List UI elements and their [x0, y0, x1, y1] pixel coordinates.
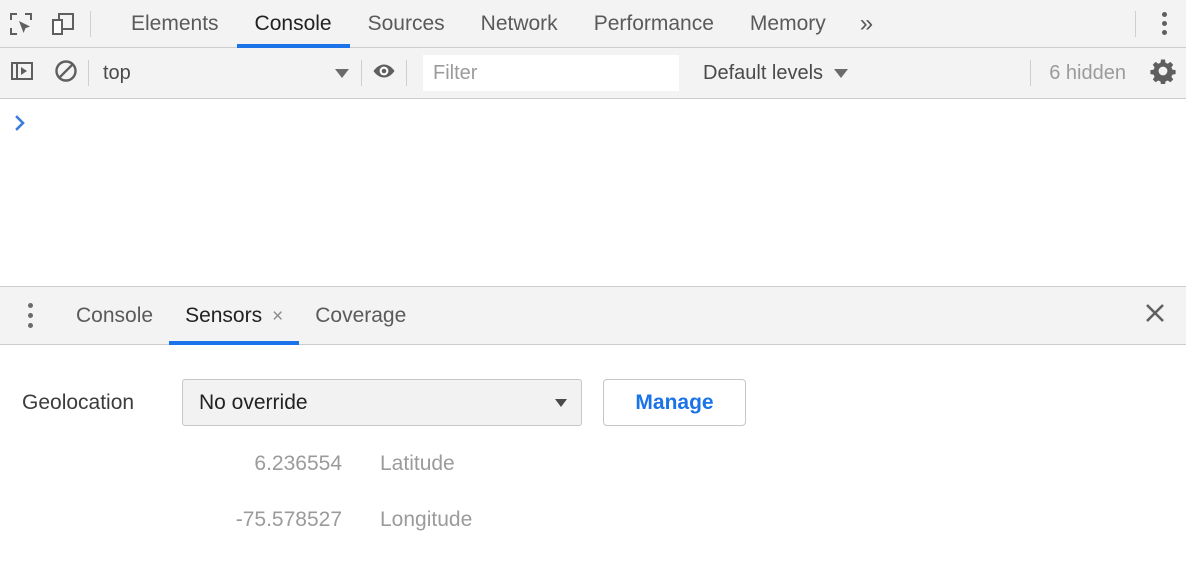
- tab-network-label: Network: [481, 12, 558, 36]
- drawer-tab-console[interactable]: Console: [60, 287, 169, 345]
- main-tab-list: Elements Console Sources Network Perform…: [113, 0, 888, 48]
- console-prompt-row[interactable]: [0, 99, 1186, 134]
- longitude-input[interactable]: -75.578527: [182, 508, 342, 532]
- tab-network[interactable]: Network: [463, 0, 576, 48]
- console-prompt-input[interactable]: [29, 112, 1186, 134]
- tab-performance-label: Performance: [594, 12, 714, 36]
- hidden-messages-count[interactable]: 6 hidden: [1031, 62, 1140, 85]
- drawer-tab-coverage-label: Coverage: [315, 304, 406, 328]
- console-toolbar-right: 6 hidden: [1030, 51, 1186, 95]
- log-levels-selector[interactable]: Default levels: [689, 51, 862, 95]
- tab-elements-label: Elements: [131, 12, 219, 36]
- tab-sources-label: Sources: [368, 12, 445, 36]
- close-drawer-button[interactable]: [1124, 288, 1186, 344]
- longitude-row: -75.578527 Longitude: [0, 508, 1186, 532]
- execution-context-value: top: [103, 62, 131, 85]
- geolocation-row: Geolocation No override Manage: [0, 379, 1186, 426]
- execution-context-selector[interactable]: top: [89, 51, 361, 95]
- console-toolbar-divider-3: [406, 60, 407, 86]
- geolocation-override-value: No override: [199, 391, 308, 415]
- console-sidebar-icon: [9, 58, 35, 89]
- console-toolbar: top Default levels 6 hidden: [0, 48, 1186, 99]
- manage-locations-label: Manage: [635, 391, 713, 415]
- geolocation-label: Geolocation: [22, 391, 182, 415]
- tab-performance[interactable]: Performance: [576, 0, 732, 48]
- gear-icon: [1150, 58, 1176, 89]
- console-settings-button[interactable]: [1140, 51, 1186, 95]
- console-message-area[interactable]: [0, 99, 1186, 286]
- create-live-expression-button[interactable]: [362, 51, 406, 95]
- drawer-tabbar: Console Sensors × Coverage: [0, 287, 1186, 345]
- prompt-chevron-icon: [13, 112, 29, 134]
- chevron-down-icon: [834, 69, 848, 78]
- main-tabbar-right: [1129, 0, 1186, 48]
- drawer-tab-console-label: Console: [76, 304, 153, 328]
- drawer-tab-sensors-close-icon[interactable]: ×: [272, 305, 283, 326]
- tab-console-label: Console: [255, 12, 332, 36]
- device-toolbar-icon: [50, 11, 76, 37]
- inspect-element-icon: [8, 11, 34, 37]
- tab-memory-label: Memory: [750, 12, 826, 36]
- toolbar-divider-right: [1135, 11, 1136, 37]
- sensors-panel: Geolocation No override Manage 6.236554 …: [0, 345, 1186, 585]
- devtools-main-tabbar: Elements Console Sources Network Perform…: [0, 0, 1186, 48]
- tab-memory[interactable]: Memory: [732, 0, 844, 48]
- devtools-drawer: Console Sensors × Coverage Geolocation N…: [0, 286, 1186, 585]
- more-tabs-icon: »: [860, 10, 872, 38]
- toolbar-divider: [90, 11, 91, 37]
- more-tabs-button[interactable]: »: [844, 0, 888, 48]
- drawer-menu-button[interactable]: [0, 288, 60, 344]
- longitude-label: Longitude: [380, 508, 472, 532]
- tab-console[interactable]: Console: [237, 0, 350, 48]
- drawer-tab-sensors[interactable]: Sensors ×: [169, 287, 299, 345]
- tab-sources[interactable]: Sources: [350, 0, 463, 48]
- drawer-tab-sensors-label: Sensors: [185, 304, 262, 328]
- log-levels-value: Default levels: [703, 62, 823, 85]
- tab-elements[interactable]: Elements: [113, 0, 237, 48]
- kebab-menu-icon: [28, 303, 33, 328]
- geolocation-override-select[interactable]: No override: [182, 379, 582, 426]
- inspect-element-button[interactable]: [0, 4, 42, 44]
- chevron-down-icon: [335, 69, 349, 78]
- chevron-down-icon: [555, 399, 567, 407]
- latitude-input[interactable]: 6.236554: [182, 452, 342, 476]
- toggle-device-toolbar-button[interactable]: [42, 4, 84, 44]
- console-sidebar-toggle-button[interactable]: [0, 51, 44, 95]
- live-expression-eye-icon: [371, 58, 397, 89]
- manage-locations-button[interactable]: Manage: [603, 379, 746, 426]
- console-filter-input[interactable]: [423, 55, 679, 91]
- latitude-label: Latitude: [380, 452, 455, 476]
- customize-devtools-button[interactable]: [1142, 2, 1186, 46]
- close-icon: [1142, 300, 1168, 331]
- latitude-row: 6.236554 Latitude: [0, 452, 1186, 476]
- kebab-menu-icon: [1162, 12, 1167, 35]
- clear-console-button[interactable]: [44, 51, 88, 95]
- clear-console-icon: [53, 58, 79, 89]
- drawer-tab-coverage[interactable]: Coverage: [299, 287, 422, 345]
